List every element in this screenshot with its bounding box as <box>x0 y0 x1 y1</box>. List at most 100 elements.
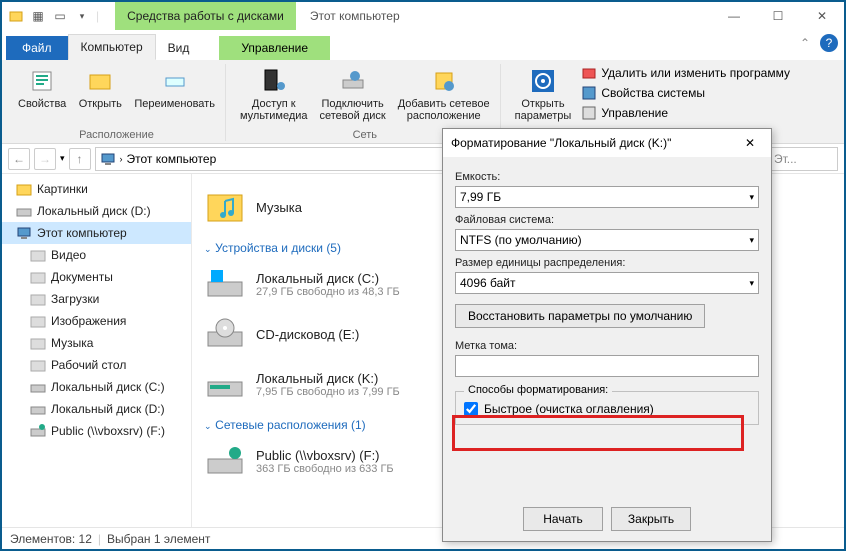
window-title: Этот компьютер <box>310 9 400 23</box>
sidebar-item[interactable]: Документы <box>2 266 191 288</box>
sidebar-item-label: Видео <box>51 248 86 262</box>
open-settings-button[interactable]: Открыть параметры <box>511 64 576 124</box>
sidebar-item-label: Изображения <box>51 314 126 328</box>
uninstall-program-button[interactable]: Удалить или изменить программу <box>579 64 792 82</box>
qat-dropdown-icon[interactable]: ▾ <box>74 8 90 24</box>
sidebar-item[interactable]: Изображения <box>2 310 191 332</box>
add-network-label: Добавить сетевое расположение <box>398 98 490 122</box>
folder-yellow-icon <box>16 181 32 197</box>
sidebar-item[interactable]: Загрузки <box>2 288 191 310</box>
sidebar-item-label: Картинки <box>37 182 88 196</box>
rename-button[interactable]: Переименовать <box>130 64 219 112</box>
titlebar: ▦ ▭ ▾ | Средства работы с дисками Этот к… <box>2 2 844 30</box>
add-network-icon <box>429 66 459 96</box>
map-drive-button[interactable]: Подключить сетевой диск <box>316 64 390 124</box>
drive-icon <box>30 401 46 417</box>
restore-defaults-button[interactable]: Восстановить параметры по умолчанию <box>455 304 705 328</box>
sidebar-item-label: Локальный диск (C:) <box>51 380 165 394</box>
sidebar-item-label: Этот компьютер <box>37 226 127 240</box>
manage-label: Управление <box>601 106 668 120</box>
quick-format-checkbox[interactable]: Быстрое (очистка оглавления) <box>464 402 750 416</box>
up-button[interactable]: ↑ <box>69 148 91 170</box>
sidebar-item[interactable]: Локальный диск (C:) <box>2 376 191 398</box>
music-folder-icon <box>204 186 246 228</box>
path-segment[interactable]: Этот компьютер <box>127 152 217 166</box>
settings-icon <box>528 66 558 96</box>
open-settings-label: Открыть параметры <box>515 98 572 122</box>
sidebar-item-label: Public (\\vboxsrv) (F:) <box>51 424 165 438</box>
quick-format-label: Быстрое (очистка оглавления) <box>484 402 654 416</box>
sidebar-item[interactable]: Этот компьютер <box>2 222 191 244</box>
maximize-button[interactable]: ☐ <box>756 2 800 30</box>
collapse-ribbon-icon[interactable]: ⌃ <box>800 36 810 50</box>
file-tab[interactable]: Файл <box>6 36 68 60</box>
drive-win-icon <box>204 263 246 305</box>
capacity-select[interactable]: 7,99 ГБ▾ <box>455 186 759 208</box>
format-dialog: Форматирование "Локальный диск (K:)" ✕ Е… <box>442 128 772 542</box>
drive-name: Локальный диск (K:) <box>256 371 400 386</box>
close-dialog-button[interactable]: Закрыть <box>611 507 691 531</box>
pc-icon <box>16 225 32 241</box>
volume-input[interactable] <box>455 355 759 377</box>
close-button[interactable]: ✕ <box>800 2 844 30</box>
group-network-label: Сеть <box>353 129 377 141</box>
uninstall-label: Удалить или изменить программу <box>601 66 790 80</box>
capacity-label: Емкость: <box>455 171 759 183</box>
allocation-select[interactable]: 4096 байт▾ <box>455 272 759 294</box>
sidebar-item[interactable]: Видео <box>2 244 191 266</box>
netdrive-icon <box>30 423 46 439</box>
format-options-group: Способы форматирования: Быстрое (очистка… <box>455 391 759 425</box>
status-selected: Выбран 1 элемент <box>107 532 210 546</box>
qat-new-folder-icon[interactable]: ▭ <box>52 8 68 24</box>
cd-icon <box>204 313 246 355</box>
dialog-close-button[interactable]: ✕ <box>737 132 763 154</box>
explorer-icon[interactable] <box>8 8 24 24</box>
sidebar: Картинки Локальный диск (D:) Этот компьюте… <box>2 174 192 527</box>
open-label: Открыть <box>79 98 122 110</box>
forward-button[interactable]: → <box>34 148 56 170</box>
map-drive-label: Подключить сетевой диск <box>320 98 386 122</box>
computer-tab[interactable]: Компьютер <box>68 34 156 60</box>
folder-grey-icon <box>30 247 46 263</box>
drive-freespace: 363 ГБ свободно из 633 ГБ <box>256 463 394 475</box>
sidebar-item[interactable]: Рабочий стол <box>2 354 191 376</box>
add-network-location-button[interactable]: Добавить сетевое расположение <box>394 64 494 124</box>
sidebar-item-label: Локальный диск (D:) <box>37 204 151 218</box>
drive-freespace: 27,9 ГБ свободно из 48,3 ГБ <box>256 286 400 298</box>
options-legend: Способы форматирования: <box>464 384 612 396</box>
quick-format-input[interactable] <box>464 402 478 416</box>
system-properties-button[interactable]: Свойства системы <box>579 84 792 102</box>
sidebar-item[interactable]: Public (\\vboxsrv) (F:) <box>2 420 191 442</box>
group-location-label: Расположение <box>79 129 154 141</box>
sys-props-icon <box>581 85 597 101</box>
back-button[interactable]: ← <box>8 148 30 170</box>
properties-button[interactable]: Свойства <box>14 64 70 112</box>
history-dropdown-icon[interactable]: ▾ <box>60 153 65 164</box>
pc-icon <box>100 151 116 167</box>
manage-tab[interactable]: Управление <box>219 36 330 60</box>
ribbon-tabs: Файл Компьютер Вид Управление ⌃ ? <box>2 30 844 60</box>
qat-properties-icon[interactable]: ▦ <box>30 8 46 24</box>
sidebar-item[interactable]: Музыка <box>2 332 191 354</box>
sidebar-item[interactable]: Локальный диск (D:) <box>2 398 191 420</box>
music-label: Музыка <box>256 200 302 215</box>
sidebar-item[interactable]: Картинки <box>2 178 191 200</box>
sidebar-item[interactable]: Локальный диск (D:) <box>2 200 191 222</box>
multimedia-access-button[interactable]: Доступ к мультимедиа <box>236 64 312 124</box>
search-placeholder: Эт... <box>774 152 797 166</box>
filesystem-select[interactable]: NTFS (по умолчанию)▾ <box>455 229 759 251</box>
view-tab[interactable]: Вид <box>156 36 202 60</box>
drive-name: CD-дисковод (E:) <box>256 327 359 342</box>
allocation-label: Размер единицы распределения: <box>455 257 759 269</box>
minimize-button[interactable]: — <box>712 2 756 30</box>
contextual-tab-header: Средства работы с дисками <box>115 2 296 30</box>
start-button[interactable]: Начать <box>523 507 603 531</box>
ribbon-group-location: Свойства Открыть Переименовать Расположе… <box>8 64 226 141</box>
properties-icon <box>27 66 57 96</box>
manage-icon <box>581 105 597 121</box>
open-button[interactable]: Открыть <box>74 64 126 112</box>
drive-icon <box>30 379 46 395</box>
help-button[interactable]: ? <box>820 34 838 52</box>
manage-button[interactable]: Управление <box>579 104 792 122</box>
window-controls: — ☐ ✕ <box>712 2 844 30</box>
